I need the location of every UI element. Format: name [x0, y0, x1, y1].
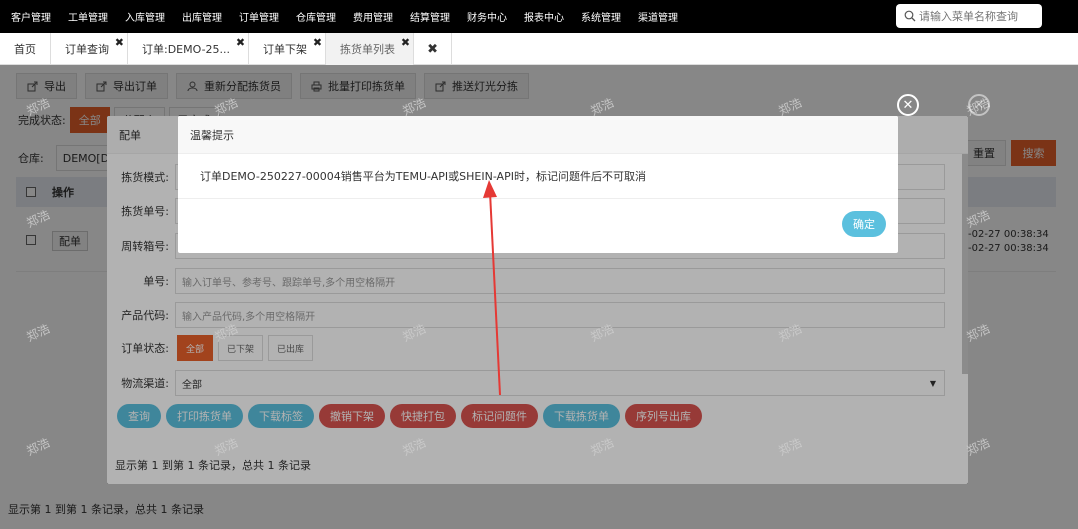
menu-workorder[interactable]: 工单管理 — [68, 9, 108, 24]
tab-label: 订单:DEMO-25... — [142, 43, 231, 56]
menu-finance[interactable]: 财务中心 — [467, 9, 507, 24]
menu-outbound[interactable]: 出库管理 — [182, 9, 222, 24]
dialog-close-icon[interactable]: ✕ — [968, 94, 990, 116]
top-navigation: 客户管理 工单管理 入库管理 出库管理 订单管理 仓库管理 费用管理 结算管理 … — [0, 0, 1078, 33]
close-all-tabs-icon[interactable]: ✖ — [414, 33, 453, 65]
menu-report[interactable]: 报表中心 — [524, 9, 564, 24]
tab-pick-list[interactable]: 拣货单列表 ✖ — [326, 33, 415, 65]
menu-search-input[interactable] — [919, 9, 1039, 23]
tab-order-detail[interactable]: 订单:DEMO-25... ✖ — [128, 33, 250, 65]
menu-channel[interactable]: 渠道管理 — [638, 9, 678, 24]
close-icon[interactable]: ✖ — [401, 37, 410, 48]
tab-home[interactable]: 首页 — [0, 33, 51, 65]
dialog-close-icon[interactable]: ✕ — [897, 94, 919, 116]
menu-inbound[interactable]: 入库管理 — [125, 9, 165, 24]
tab-order-query[interactable]: 订单查询 ✖ — [51, 33, 128, 65]
search-icon — [904, 10, 916, 22]
close-icon[interactable]: ✖ — [115, 37, 124, 48]
menu-customer[interactable]: 客户管理 — [11, 9, 51, 24]
tab-label: 订单查询 — [65, 43, 109, 56]
menu-settlement[interactable]: 结算管理 — [410, 9, 450, 24]
menu-search-box[interactable] — [896, 4, 1042, 28]
close-icon[interactable]: ✖ — [313, 37, 322, 48]
tab-bar: 首页 订单查询 ✖ 订单:DEMO-25... ✖ 订单下架 ✖ 拣货单列表 ✖ ✖ — [0, 33, 1078, 65]
tab-label: 首页 — [14, 43, 36, 56]
alert-title: 温馨提示 — [178, 116, 898, 154]
menu-fee[interactable]: 费用管理 — [353, 9, 393, 24]
menu-order[interactable]: 订单管理 — [239, 9, 279, 24]
close-icon[interactable]: ✖ — [236, 37, 245, 48]
tab-order-offshelf[interactable]: 订单下架 ✖ — [249, 33, 327, 65]
tab-label: 订单下架 — [263, 43, 308, 56]
alert-divider — [178, 198, 898, 199]
tab-label: 拣货单列表 — [340, 43, 396, 56]
alert-message: 订单DEMO-250227-00004销售平台为TEMU-API或SHEIN-A… — [200, 170, 646, 183]
alert-dialog: 温馨提示 订单DEMO-250227-00004销售平台为TEMU-API或SH… — [178, 116, 898, 253]
confirm-button[interactable]: 确定 — [842, 211, 886, 237]
menu-warehouse[interactable]: 仓库管理 — [296, 9, 336, 24]
menu-system[interactable]: 系统管理 — [581, 9, 621, 24]
